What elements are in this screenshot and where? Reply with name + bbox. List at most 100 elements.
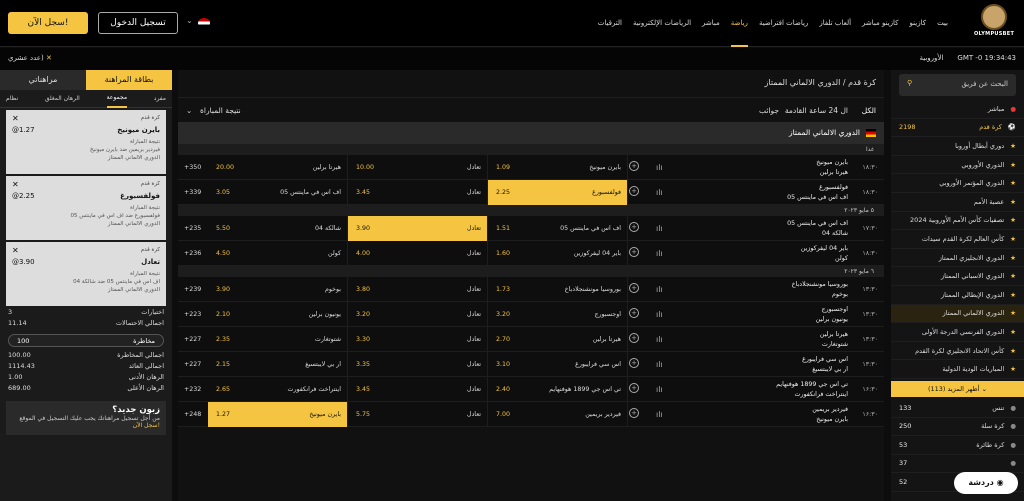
odds-cell[interactable]: تعادل 3.20: [348, 302, 488, 327]
star-icon[interactable]: ★: [1010, 198, 1016, 206]
star-icon[interactable]: ★: [1010, 179, 1016, 187]
odds-cell[interactable]: تعادل 3.35: [348, 352, 488, 377]
chevron-down-icon[interactable]: ⌄: [186, 16, 193, 25]
odds-format-select[interactable]: عدد عشري): [8, 54, 44, 62]
language-flag-icon[interactable]: [198, 18, 210, 28]
sidebar-league-item[interactable]: ★ عصبة الأمم: [891, 193, 1024, 212]
match-teams[interactable]: بايرن ميونيخ هيرتا برلين: [816, 158, 848, 178]
odds-cell[interactable]: شالكة 04 5.50: [208, 216, 348, 241]
close-icon[interactable]: ✕: [12, 180, 19, 189]
sidebar-league-item[interactable]: ★ الدوري الأوروبي: [891, 156, 1024, 175]
brand-logo[interactable]: OLYMPUSBET: [974, 4, 1014, 44]
add-icon[interactable]: +: [629, 333, 639, 343]
odds-cell[interactable]: اوجسبورج 3.20: [488, 302, 628, 327]
nav-item[interactable]: ألعاب تلفاز: [819, 0, 851, 47]
stats-icon[interactable]: ılı: [656, 224, 663, 233]
bet-type-tab[interactable]: نظام: [6, 95, 18, 102]
star-icon[interactable]: ★: [1010, 272, 1016, 280]
odds-cell[interactable]: تعادل 3.45: [348, 180, 488, 205]
odds-cell[interactable]: كولن 4.50: [208, 241, 348, 266]
odds-cell[interactable]: تي اس جي 1899 هوفنهايم 2.40: [488, 377, 628, 402]
match-teams[interactable]: بوروسيا مونشنجلادباخ بوخوم: [792, 280, 848, 300]
odds-cell[interactable]: بوخوم 3.90: [208, 277, 348, 302]
star-icon[interactable]: ★: [1010, 291, 1016, 299]
odds-cell[interactable]: بايرن ميونيخ 1.27: [208, 402, 348, 427]
more-markets-count[interactable]: +232: [184, 386, 201, 393]
tab-bet-slip[interactable]: بطاقة المراهنة: [86, 70, 172, 90]
new-customer-signup-link[interactable]: سجل الآن!: [12, 422, 160, 429]
add-icon[interactable]: +: [629, 161, 639, 171]
show-more-button[interactable]: أظهر المزيد (113) ⌄: [891, 380, 1024, 397]
sidebar-sport-item[interactable]: ● تنس 133: [891, 399, 1024, 418]
bet-type-tab[interactable]: مفرد: [154, 95, 166, 102]
sidebar-league-item[interactable]: ★ الدوري الفرنسي الدرجة الأولى: [891, 323, 1024, 342]
more-markets-count[interactable]: +248: [184, 411, 201, 418]
bet-type-tab[interactable]: الرهان المغلق: [45, 95, 80, 102]
close-icon[interactable]: ✕: [12, 114, 19, 123]
tab-my-bets[interactable]: مراهناتي: [0, 70, 86, 90]
sidebar-item-football[interactable]: ⚽ كرة قدم 2198: [891, 119, 1024, 138]
star-icon[interactable]: ★: [1010, 142, 1016, 150]
stats-icon[interactable]: ılı: [656, 385, 663, 394]
stats-icon[interactable]: ılı: [656, 188, 663, 197]
sidebar-league-item[interactable]: ★ المباريات الودية الدولية: [891, 360, 1024, 379]
star-icon[interactable]: ★: [1010, 254, 1016, 262]
more-markets-count[interactable]: +227: [184, 336, 201, 343]
stats-icon[interactable]: ılı: [656, 249, 663, 258]
nav-item[interactable]: الترقيات: [598, 0, 622, 47]
sidebar-league-item[interactable]: ★ الدوري الانجليزي الممتاز: [891, 249, 1024, 268]
odds-cell[interactable]: اف اس في ماينتس 05 1.51: [488, 216, 628, 241]
odds-cell[interactable]: يونيون برلين 2.10: [208, 302, 348, 327]
odds-cell[interactable]: ار بي لايبتسيغ 2.15: [208, 352, 348, 377]
odds-cell[interactable]: تعادل 10.00: [348, 155, 488, 180]
odds-region-select[interactable]: الأوروبية: [919, 54, 943, 62]
odds-cell[interactable]: اينتراخت فرانكفورت 2.65: [208, 377, 348, 402]
odds-cell[interactable]: تعادل 3.90: [348, 216, 488, 241]
bet-type-tab[interactable]: مجموعة: [106, 89, 128, 108]
more-markets-count[interactable]: +339: [184, 189, 201, 196]
odds-cell[interactable]: بايرن ميونيخ 1.09: [488, 155, 628, 180]
login-button[interactable]: تسجيل الدخول: [98, 12, 178, 34]
odds-cell[interactable]: شتوتغارت 2.35: [208, 327, 348, 352]
nav-item[interactable]: مباشر: [702, 0, 720, 47]
add-icon[interactable]: +: [629, 186, 639, 196]
nav-item[interactable]: كازينو: [910, 0, 927, 47]
more-markets-count[interactable]: +235: [184, 225, 201, 232]
match-teams[interactable]: اف اس في ماينتس 05 شالكة 04: [787, 219, 848, 239]
signup-button[interactable]: سجل الآن!: [8, 12, 88, 34]
sidebar-league-item[interactable]: ★ تصفيات كأس الأمم الأوروبية 2024: [891, 212, 1024, 231]
stats-icon[interactable]: ılı: [656, 163, 663, 172]
add-icon[interactable]: +: [629, 358, 639, 368]
nav-item[interactable]: الرياضات الإلكترونية: [633, 0, 691, 47]
add-icon[interactable]: +: [629, 222, 639, 232]
odds-cell[interactable]: تعادل 4.00: [348, 241, 488, 266]
odds-cell[interactable]: فولفسبورغ 2.25: [488, 180, 628, 205]
stats-icon[interactable]: ılı: [656, 335, 663, 344]
match-teams[interactable]: تي اس جي 1899 هوفنهايم اينتراخت فرانكفورت: [776, 380, 848, 400]
nav-item[interactable]: رياضة: [730, 0, 748, 47]
close-icon[interactable]: ✕: [12, 246, 19, 255]
add-icon[interactable]: +: [629, 408, 639, 418]
add-icon[interactable]: +: [629, 308, 639, 318]
sidebar-league-item[interactable]: ★ الدوري الالماني الممتاز: [891, 304, 1024, 324]
tab-all[interactable]: الكل: [862, 106, 876, 115]
market-select[interactable]: نتيجة المباراة: [200, 106, 241, 115]
match-teams[interactable]: اوجسبورج يونيون برلين: [816, 305, 848, 325]
more-markets-count[interactable]: +350: [184, 164, 201, 171]
add-icon[interactable]: +: [629, 283, 639, 293]
odds-cell[interactable]: اس سي فرايبورغ 3.10: [488, 352, 628, 377]
more-markets-count[interactable]: +223: [184, 311, 201, 318]
match-teams[interactable]: فولفسبورغ اف اس في ماينتس 05: [787, 183, 848, 203]
star-icon[interactable]: ★: [1010, 309, 1016, 317]
odds-cell[interactable]: تعادل 3.30: [348, 327, 488, 352]
sidebar-league-item[interactable]: ★ الدوري الإيطالي الممتاز: [891, 286, 1024, 305]
stake-input[interactable]: 100 مخاطرة: [8, 334, 164, 347]
sidebar-league-item[interactable]: ★ الدوري الاسباني الممتاز: [891, 267, 1024, 286]
sidebar-league-item[interactable]: ★ الدوري المؤتمر الأوروبي: [891, 174, 1024, 193]
match-teams[interactable]: فيردير بريمين بايرن ميونيخ: [812, 405, 848, 425]
nav-item[interactable]: كازينو مباشر: [862, 0, 898, 47]
more-markets-count[interactable]: +227: [184, 361, 201, 368]
sidebar-sport-item[interactable]: ● كرة سلة 250: [891, 418, 1024, 437]
more-markets-count[interactable]: +236: [184, 250, 201, 257]
match-teams[interactable]: هيرتا برلين شتوتغارت: [820, 330, 848, 350]
